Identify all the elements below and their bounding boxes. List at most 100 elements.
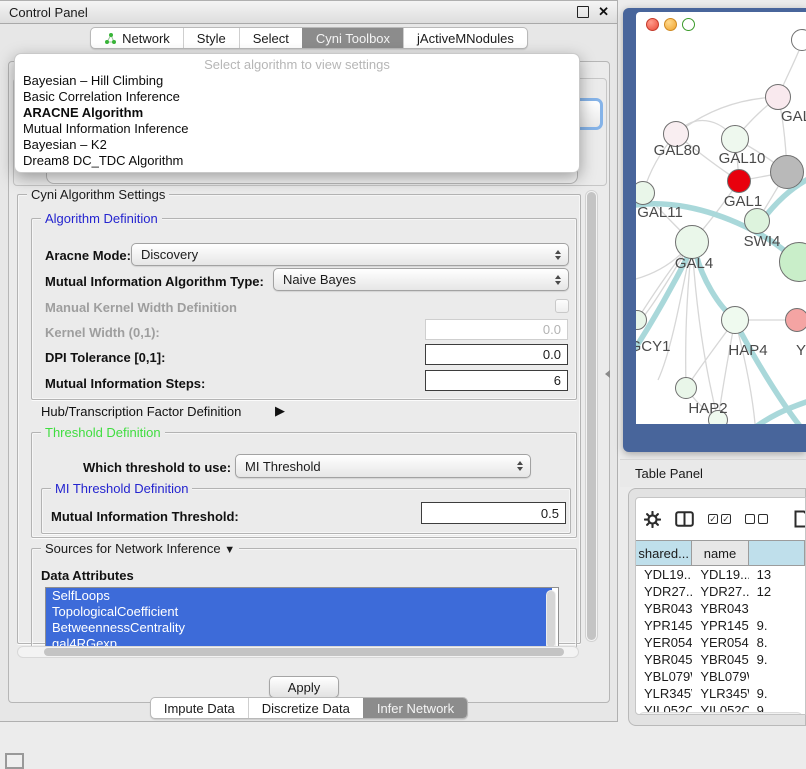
splitter-collapse-icon[interactable] <box>605 370 610 378</box>
node-label-gal11: GAL11 <box>637 204 683 221</box>
collapsed-panel-icon[interactable] <box>5 753 24 769</box>
close-icon[interactable]: ✕ <box>598 4 609 20</box>
dpi-tolerance-field[interactable]: 0.0 <box>425 344 568 365</box>
algorithm-option-basic-correlation-inference[interactable]: Basic Correlation Inference <box>15 89 579 105</box>
mi-steps-value: 6 <box>554 373 561 388</box>
tab-label: jActiveMNodules <box>417 31 514 46</box>
algorithm-option-bayesian-k2[interactable]: Bayesian – K2 <box>15 137 579 153</box>
which-threshold-combobox[interactable]: MI Threshold <box>235 454 531 478</box>
float-window-icon[interactable] <box>577 6 589 18</box>
node-label-gcy1: GCY1 <box>636 338 670 355</box>
apply-button-label: Apply <box>288 680 321 695</box>
table-row[interactable]: YPR145WYPR145W9. <box>636 617 805 634</box>
node-label-hap2: HAP2 <box>688 400 727 417</box>
aracne-mode-combobox[interactable]: Discovery <box>131 243 569 266</box>
settings-horizontal-scrollbar[interactable] <box>17 646 579 658</box>
tab-label: Cyni Toolbox <box>316 31 390 46</box>
dpi-tolerance-value: 0.0 <box>543 347 561 362</box>
algorithm-dropdown-popup: Select algorithm to view settings Bayesi… <box>14 53 580 173</box>
data-attributes-list[interactable]: SelfLoopsTopologicalCoefficientBetweenne… <box>45 587 559 653</box>
table-row[interactable]: YDR27...YDR27...12 <box>636 583 805 600</box>
network-node[interactable] <box>721 125 749 153</box>
bottom-tab-infer-network[interactable]: Infer Network <box>363 698 467 718</box>
network-node[interactable] <box>785 308 806 332</box>
attribute-item-betweennesscentrality[interactable]: BetweennessCentrality <box>46 620 552 636</box>
split-columns-icon[interactable] <box>675 511 694 527</box>
table-cell: 9. <box>749 618 805 633</box>
table-cell: 9. <box>749 652 805 667</box>
table-row[interactable]: YLR345WYLR345W9. <box>636 685 805 702</box>
table-row[interactable]: YBR043CYBR043C <box>636 600 805 617</box>
mi-type-value: Naive Bayes <box>283 272 356 287</box>
network-view-window: GALGAL80GAL10GAL1GAL11SWI4GAL4GCY1HAP4YH… <box>623 8 806 452</box>
network-node[interactable] <box>721 306 749 334</box>
network-node[interactable] <box>744 208 770 234</box>
mi-type-label: Mutual Information Algorithm Type: <box>45 274 264 289</box>
tab-cyni-toolbox[interactable]: Cyni Toolbox <box>302 28 403 48</box>
tab-network[interactable]: Network <box>91 28 183 48</box>
table-cell: 12 <box>749 584 805 599</box>
manual-kernel-checkbox[interactable] <box>555 299 569 313</box>
aracne-mode-label: Aracne Mode: <box>45 248 131 263</box>
network-icon <box>104 32 117 45</box>
table-cell: YDR27... <box>636 584 692 599</box>
table-cell: YER054C <box>636 635 692 650</box>
tab-group: Network Style Select Cyni Toolbox jActiveMNo… <box>90 27 528 49</box>
tab-jactivemnodules[interactable]: jActiveMNodules <box>403 28 527 48</box>
bottom-tab-discretize-data[interactable]: Discretize Data <box>248 698 363 718</box>
manual-kernel-label: Manual Kernel Width Definition <box>45 300 237 315</box>
table-row[interactable]: YER054CYER054C8. <box>636 634 805 651</box>
column-header-clipped[interactable] <box>749 541 805 565</box>
network-node[interactable] <box>770 155 804 189</box>
table-row[interactable]: YBL079WYBL079W <box>636 668 805 685</box>
table-cell: YDL19... <box>692 567 748 582</box>
apply-button[interactable]: Apply <box>269 676 339 698</box>
cyni-algorithm-settings-title: Cyni Algorithm Settings <box>27 187 169 202</box>
page-icon[interactable] <box>794 510 806 528</box>
mi-type-combobox[interactable]: Naive Bayes <box>273 268 569 291</box>
network-node[interactable] <box>675 377 697 399</box>
kernel-width-label: Kernel Width (0,1): <box>45 325 160 340</box>
tab-label: Style <box>197 31 226 46</box>
algorithm-option-mutual-information-inference[interactable]: Mutual Information Inference <box>15 121 579 137</box>
node-label-y: Y <box>796 342 806 359</box>
select-all-checkboxes-icon[interactable]: ✓✓ <box>708 514 731 524</box>
attribute-item-topologicalcoefficient[interactable]: TopologicalCoefficient <box>46 604 552 620</box>
tab-select[interactable]: Select <box>239 28 302 48</box>
network-node[interactable] <box>727 169 751 193</box>
network-node[interactable] <box>675 225 709 259</box>
deselect-all-checkboxes-icon[interactable] <box>745 514 768 524</box>
expand-right-icon[interactable]: ▶ <box>275 403 285 419</box>
sources-title: Sources for Network Inference ▼ <box>41 541 239 556</box>
network-node[interactable] <box>765 84 791 110</box>
algorithm-option-dream8-dc-tdc-algorithm[interactable]: Dream8 DC_TDC Algorithm <box>15 153 579 169</box>
table-row[interactable]: YDL19...YDL19...13 <box>636 566 805 583</box>
table-horizontal-scrollbar[interactable] <box>638 712 803 715</box>
tab-style[interactable]: Style <box>183 28 239 48</box>
node-label-gal80: GAL80 <box>654 142 701 159</box>
aracne-mode-value: Discovery <box>141 247 198 262</box>
attribute-item-selfloops[interactable]: SelfLoops <box>46 588 552 604</box>
collapse-down-icon[interactable]: ▼ <box>224 544 235 556</box>
hub-definition-label[interactable]: Hub/Transcription Factor Definition <box>41 404 241 419</box>
table-row[interactable]: YBR045CYBR045C9. <box>636 651 805 668</box>
list-scrollbar[interactable] <box>546 590 556 650</box>
kernel-width-field[interactable]: 0.0 <box>425 319 568 340</box>
table-panel-header: Table Panel <box>620 459 806 487</box>
settings-vertical-scrollbar[interactable] <box>585 190 598 642</box>
spinner-arrows-icon <box>555 275 561 285</box>
mi-threshold-field[interactable]: 0.5 <box>421 502 566 524</box>
gear-icon[interactable] <box>644 511 661 528</box>
mi-steps-field[interactable]: 6 <box>425 370 568 391</box>
column-header-name[interactable]: name <box>692 541 748 565</box>
table-cell: YBR043C <box>636 601 692 616</box>
algorithm-option-aracne-algorithm[interactable]: ARACNE Algorithm <box>15 105 579 121</box>
column-header-shared[interactable]: shared... <box>636 541 692 565</box>
node-table[interactable]: shared...name YDL19...YDL19...13YDR27...… <box>636 540 805 715</box>
table-cell: 8. <box>749 635 805 650</box>
table-cell: YPR145W <box>692 618 748 633</box>
network-node[interactable] <box>791 29 806 51</box>
bottom-tab-impute-data[interactable]: Impute Data <box>151 698 248 718</box>
algorithm-option-bayesian-hill-climbing[interactable]: Bayesian – Hill Climbing <box>15 73 579 89</box>
network-canvas-area[interactable]: GALGAL80GAL10GAL1GAL11SWI4GAL4GCY1HAP4YH… <box>636 12 806 424</box>
